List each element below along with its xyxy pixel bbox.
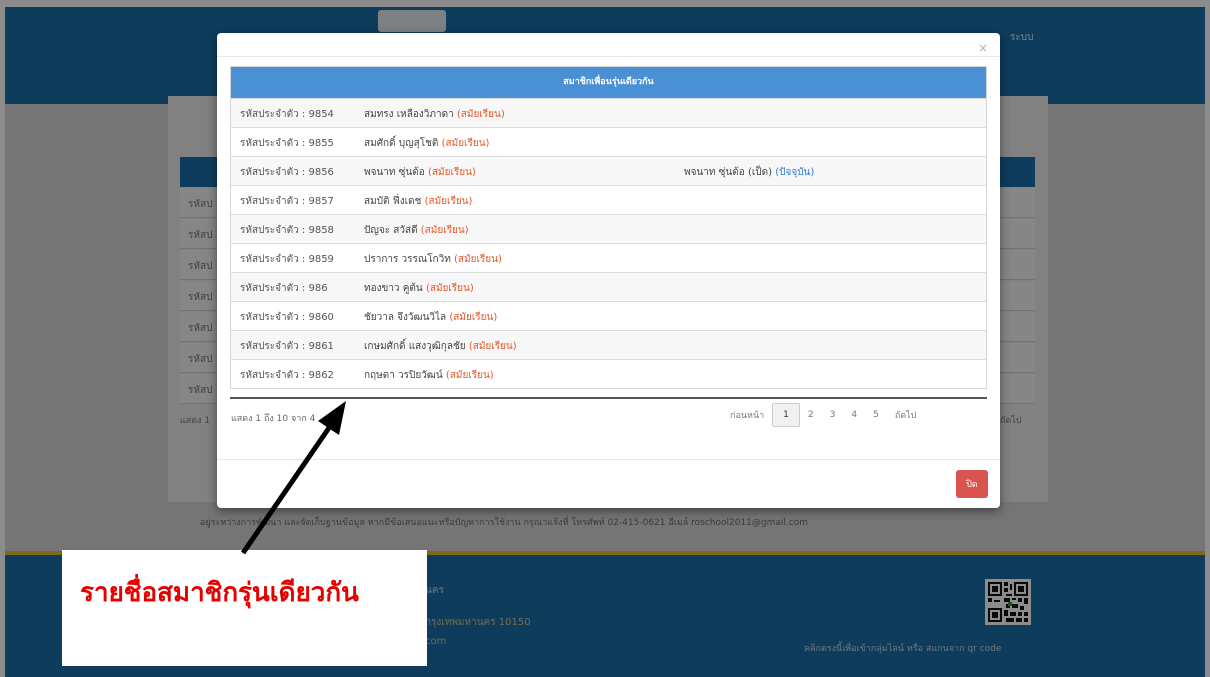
- modal-header-divider: [217, 56, 1000, 57]
- member-name: ชัยวาล จึงวัฒนวิไล: [364, 312, 447, 323]
- pagination: ก่อนหน้า 1 2 3 4 5 ถัดไป: [722, 402, 924, 428]
- close-button[interactable]: ปิด: [956, 470, 988, 498]
- member-row: รหัสประจำตัว : 9860 ชัยวาล จึงวัฒนวิไล (ส…: [231, 301, 986, 330]
- member-name: พจนาท ซุ่นต้อ: [364, 167, 425, 178]
- member-row: รหัสประจำตัว : 9862 กฤษดา วรปิยวัฒน์ (สมั…: [231, 359, 986, 388]
- member-name-past: พจนาท ซุ่นต้อ (สมัยเรียน): [364, 165, 476, 180]
- member-name: กฤษดา วรปิยวัฒน์: [364, 370, 443, 381]
- member-id: รหัสประจำตัว : 9855: [240, 138, 334, 149]
- members-table-title: สมาชิกเพื่อนรุ่นเดียวกัน: [231, 67, 986, 98]
- entries-count: แสดง 1 ถึง 10 จาก 4: [231, 414, 316, 424]
- close-icon[interactable]: ×: [978, 41, 988, 55]
- member-id: รหัสประจำตัว : 9857: [240, 196, 334, 207]
- status-past-label: (สมัยเรียน): [420, 225, 469, 236]
- member-name-current: พจนาท ซุ่นต้อ (เป็ด) (ปัจจุบัน): [684, 165, 814, 180]
- member-name-past: สมทรง เหลืองวิภาดา (สมัยเรียน): [364, 107, 505, 122]
- status-past-label: (สมัยเรียน): [424, 196, 473, 207]
- members-modal: × สมาชิกเพื่อนรุ่นเดียวกัน รหัสประจำตัว …: [217, 33, 1000, 508]
- member-name: ปัญจะ สวัสดี: [364, 225, 418, 236]
- annotation-text: รายชื่อสมาชิกรุ่นเดียวกัน: [80, 578, 359, 608]
- member-id: รหัสประจำตัว : 9862: [240, 370, 334, 381]
- status-past-label: (สมัยเรียน): [468, 341, 517, 352]
- member-current-name: พจนาท ซุ่นต้อ (เป็ด): [684, 167, 773, 178]
- members-table: สมาชิกเพื่อนรุ่นเดียวกัน รหัสประจำตัว : …: [230, 66, 987, 389]
- member-name-past: เกษมศักดิ์ แสงวุฒิกุลชัย (สมัยเรียน): [364, 339, 517, 354]
- member-name-past: ปราการ วรรณโกวิท (สมัยเรียน): [364, 252, 502, 267]
- member-name-past: ทองขาว คูต้น (สมัยเรียน): [364, 281, 474, 296]
- annotation-callout: รายชื่อสมาชิกรุ่นเดียวกัน: [62, 550, 427, 666]
- pagination-page-3[interactable]: 3: [822, 410, 844, 420]
- member-name-past: สมศักดิ์ บุญสุโชติ (สมัยเรียน): [364, 136, 489, 151]
- member-row: รหัสประจำตัว : 9854 สมทรง เหลืองวิภาดา (ส…: [231, 98, 986, 127]
- member-id: รหัสประจำตัว : 9861: [240, 341, 334, 352]
- member-row: รหัสประจำตัว : 9856 พจนาท ซุ่นต้อ (สมัยเร…: [231, 156, 986, 185]
- status-past-label: (สมัยเรียน): [454, 254, 502, 265]
- member-row: รหัสประจำตัว : 9857 สมบัติ ฟึ่งเดช (สมัยเ…: [231, 185, 986, 214]
- member-row: รหัสประจำตัว : 9858 ปัญจะ สวัสดี (สมัยเรี…: [231, 214, 986, 243]
- screen: ระบบ รหัสป รหัสป รหัสป รหัสป รหัสป รหัสป รหัสป…: [0, 0, 1210, 677]
- member-name-past: กฤษดา วรปิยวัฒน์ (สมัยเรียน): [364, 368, 494, 383]
- status-past-label: (สมัยเรียน): [445, 370, 494, 381]
- member-name: เกษมศักดิ์ แสงวุฒิกุลชัย: [364, 341, 466, 352]
- status-past-label: (สมัยเรียน): [449, 312, 498, 323]
- pagination-page-5[interactable]: 5: [865, 410, 887, 420]
- member-name-past: สมบัติ ฟึ่งเดช (สมัยเรียน): [364, 194, 472, 209]
- status-past-label: (สมัยเรียน): [425, 283, 474, 294]
- pagination-prev[interactable]: ก่อนหน้า: [722, 408, 772, 422]
- pagination-page-1[interactable]: 1: [772, 403, 800, 427]
- modal-footer-divider: [217, 459, 1000, 460]
- member-name: สมบัติ ฟึ่งเดช: [364, 196, 422, 207]
- member-name: ทองขาว คูต้น: [364, 283, 423, 294]
- member-id: รหัสประจำตัว : 9854: [240, 109, 334, 120]
- member-name-past: ปัญจะ สวัสดี (สมัยเรียน): [364, 223, 469, 238]
- member-row: รหัสประจำตัว : 9861 เกษมศักดิ์ แสงวุฒิกุล…: [231, 330, 986, 359]
- member-row: รหัสประจำตัว : 986 ทองขาว คูต้น (สมัยเรีย…: [231, 272, 986, 301]
- pagination-page-2[interactable]: 2: [800, 410, 822, 420]
- member-id: รหัสประจำตัว : 9860: [240, 312, 334, 323]
- members-table-body: รหัสประจำตัว : 9854 สมทรง เหลืองวิภาดา (ส…: [231, 98, 986, 388]
- member-name: ปราการ วรรณโกวิท: [364, 254, 451, 265]
- status-past-label: (สมัยเรียน): [456, 109, 505, 120]
- member-row: รหัสประจำตัว : 9855 สมศักดิ์ บุญสุโชติ (ส…: [231, 127, 986, 156]
- member-name-past: ชัยวาล จึงวัฒนวิไล (สมัยเรียน): [364, 310, 497, 325]
- member-id: รหัสประจำตัว : 9858: [240, 225, 334, 236]
- status-past-label: (สมัยเรียน): [441, 138, 490, 149]
- member-name: สมศักดิ์ บุญสุโชติ: [364, 138, 439, 149]
- status-past-label: (สมัยเรียน): [427, 167, 476, 178]
- member-id: รหัสประจำตัว : 9856: [240, 167, 334, 178]
- member-name: สมทรง เหลืองวิภาดา: [364, 109, 454, 120]
- member-id: รหัสประจำตัว : 986: [240, 283, 328, 294]
- pagination-next[interactable]: ถัดไป: [887, 408, 925, 422]
- member-id: รหัสประจำตัว : 9859: [240, 254, 334, 265]
- pagination-page-4[interactable]: 4: [843, 410, 865, 420]
- member-row: รหัสประจำตัว : 9859 ปราการ วรรณโกวิท (สมั…: [231, 243, 986, 272]
- status-current-label: (ปัจจุบัน): [775, 167, 815, 178]
- table-bottom-border: [230, 397, 987, 399]
